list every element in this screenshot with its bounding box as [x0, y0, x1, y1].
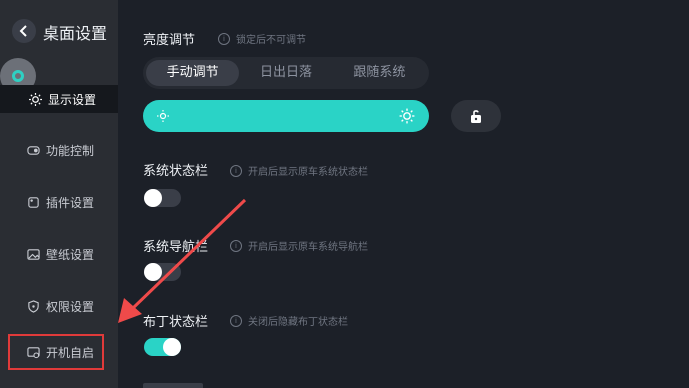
sidebar-item-permission[interactable]: 权限设置 [0, 280, 118, 332]
sun-small-icon [157, 110, 169, 122]
toggle-budding-statusbar[interactable] [144, 338, 181, 356]
toggle-knob [144, 263, 162, 281]
brightness-lock-button[interactable] [451, 100, 501, 132]
info-icon: i [230, 164, 242, 177]
image-icon [26, 247, 40, 261]
chevron-left-icon [19, 25, 27, 37]
sidebar-item-label: 功能控制 [46, 143, 95, 158]
sidebar-item-label: 显示设置 [48, 92, 97, 107]
sidebar-item-label: 插件设置 [46, 195, 95, 210]
shield-icon [26, 299, 40, 313]
mode-sunrise-sunset[interactable]: 日出日落 [239, 60, 332, 86]
next-setting-partial [143, 380, 213, 388]
unlock-icon [471, 110, 481, 123]
sidebar-item-label: 开机自启 [46, 345, 95, 360]
sidebar: 桌面设置 显示设置 功能控制 插件设置 壁纸设置 权限设置 开机自启 [0, 0, 118, 388]
sun-large-icon [399, 108, 415, 124]
brightness-hint: i 锁定后不可调节 [218, 31, 306, 46]
ring-icon [12, 70, 24, 82]
brightness-mode-selector[interactable]: 手动调节 日出日落 跟随系统 [143, 57, 429, 89]
mode-manual[interactable]: 手动调节 [146, 60, 240, 86]
sidebar-item-label: 壁纸设置 [46, 247, 95, 262]
brightness-slider[interactable] [143, 100, 429, 132]
setting-title-system-statusbar: 系统状态栏 [143, 164, 209, 179]
sidebar-nav: 显示设置 功能控制 插件设置 壁纸设置 权限设置 开机自启 [0, 85, 118, 370]
toggle-system-navbar[interactable] [144, 263, 181, 281]
toggle-icon [26, 143, 40, 157]
sun-icon [28, 92, 42, 106]
plugin-icon [26, 195, 40, 209]
back-button[interactable] [12, 19, 36, 43]
sidebar-item-wallpaper[interactable]: 壁纸设置 [0, 228, 118, 280]
main-panel: 亮度调节 i 锁定后不可调节 手动调节 日出日落 跟随系统 系统状态栏 i 开启… [118, 0, 689, 388]
boot-icon [26, 345, 40, 359]
toggle-system-statusbar[interactable] [144, 189, 181, 207]
setting-hint-system-statusbar: i 开启后显示原车系统状态栏 [230, 163, 368, 178]
toggle-knob [163, 338, 181, 356]
mode-follow-system[interactable]: 跟随系统 [333, 60, 426, 86]
info-icon: i [230, 314, 242, 327]
info-icon: i [230, 239, 242, 252]
sidebar-item-function[interactable]: 功能控制 [0, 124, 118, 176]
toggle-knob [144, 189, 162, 207]
sidebar-item-plugin[interactable]: 插件设置 [0, 176, 118, 228]
page-title: 桌面设置 [43, 24, 108, 43]
sidebar-item-autostart[interactable]: 开机自启 [8, 334, 104, 370]
brightness-title: 亮度调节 [143, 33, 196, 48]
setting-hint-budding-statusbar: i 关闭后隐藏布丁状态栏 [230, 313, 348, 328]
setting-hint-system-navbar: i 开启后显示原车系统导航栏 [230, 238, 368, 253]
setting-title-system-navbar: 系统导航栏 [143, 240, 209, 255]
sidebar-item-label: 权限设置 [46, 299, 95, 314]
info-icon: i [218, 32, 230, 45]
sidebar-item-display[interactable]: 显示设置 [0, 85, 118, 113]
setting-title-budding-statusbar: 布丁状态栏 [143, 315, 209, 330]
